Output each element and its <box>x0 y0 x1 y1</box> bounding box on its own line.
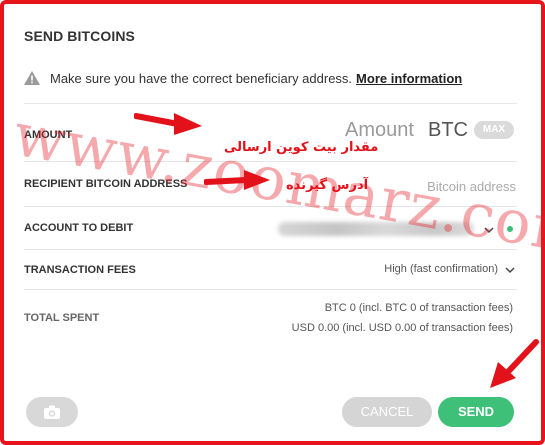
fee-select[interactable]: High (fast confirmation) <box>318 263 498 275</box>
divider <box>24 161 517 162</box>
dialog-title: SEND BITCOINS <box>24 28 135 44</box>
beneficiary-notice: Make sure you have the correct beneficia… <box>24 68 524 88</box>
total-btc: BTC 0 (incl. BTC 0 of transaction fees) <box>324 302 513 314</box>
account-selector[interactable] <box>278 222 474 236</box>
camera-button[interactable] <box>26 397 78 427</box>
recipient-label: RECIPIENT BITCOIN ADDRESS <box>24 178 188 190</box>
status-dot-icon <box>507 226 513 232</box>
cancel-button[interactable]: CANCEL <box>342 397 432 427</box>
fees-label: TRANSACTION FEES <box>24 264 136 276</box>
arrow-icon <box>490 339 539 388</box>
divider <box>24 103 517 104</box>
amount-label: AMOUNT <box>24 129 73 141</box>
divider <box>24 289 517 290</box>
chevron-down-icon[interactable] <box>484 226 494 234</box>
chevron-down-icon[interactable] <box>505 266 515 274</box>
camera-icon <box>44 405 60 419</box>
send-button[interactable]: SEND <box>438 397 514 427</box>
total-spent-label: TOTAL SPENT <box>24 312 100 324</box>
max-button[interactable]: MAX <box>474 121 514 139</box>
amount-input[interactable]: Amount <box>345 119 414 142</box>
warning-icon <box>24 71 40 85</box>
account-label: ACCOUNT TO DEBIT <box>24 222 134 234</box>
divider <box>24 206 517 207</box>
amount-annotation: مقدار بیت کوین ارسالی <box>224 140 379 155</box>
total-usd: USD 0.00 (incl. USD 0.00 of transaction … <box>291 322 513 334</box>
amount-unit: BTC <box>428 119 468 141</box>
divider <box>24 249 517 250</box>
address-annotation: آدرس گیرنده <box>286 178 369 193</box>
more-information-link[interactable]: More information <box>356 71 462 86</box>
arrow-icon <box>134 113 202 135</box>
notice-text: Make sure you have the correct beneficia… <box>50 70 353 86</box>
arrow-icon <box>204 170 270 190</box>
